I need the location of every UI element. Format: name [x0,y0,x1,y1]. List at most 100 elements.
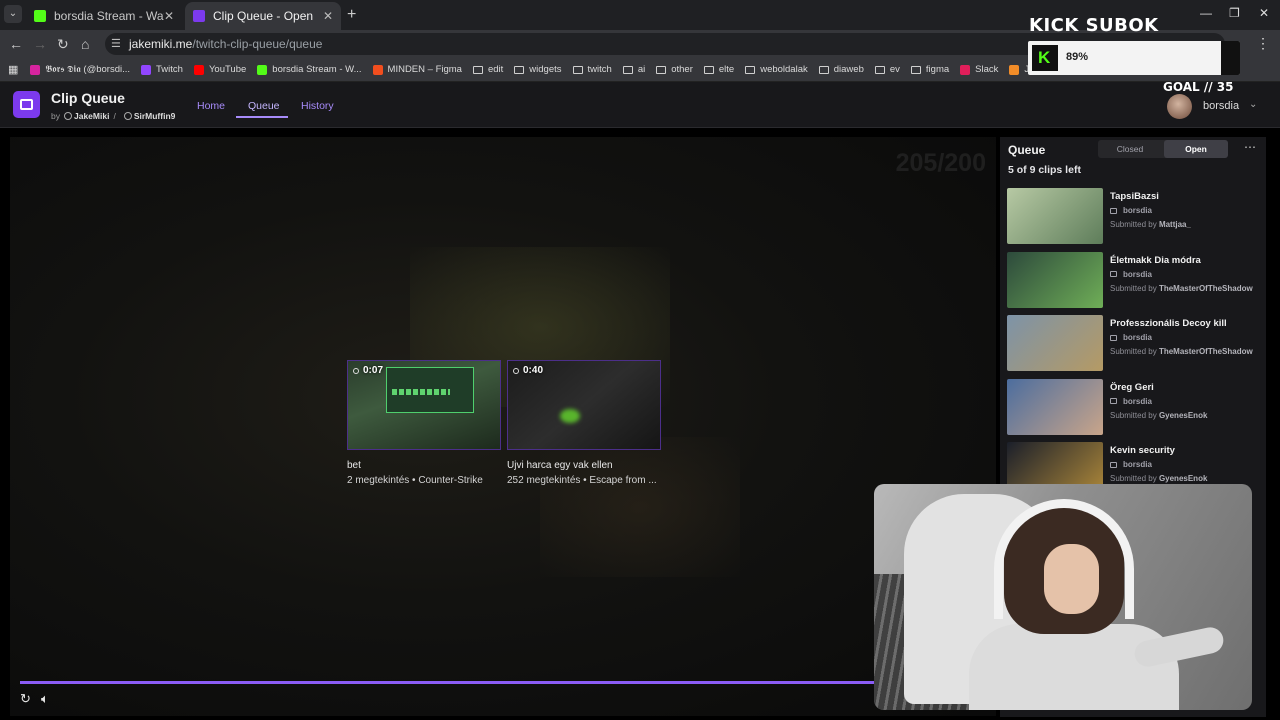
bookmark-item[interactable]: YouTube [193,64,246,75]
close-icon[interactable]: ✕ [323,9,333,23]
home-icon[interactable]: ⌂ [81,36,89,52]
chat-icon [1110,207,1117,214]
more-options-icon[interactable]: ⋯ [1244,140,1256,154]
toggle-open[interactable]: Open [1164,140,1228,158]
channel-name: borsdia [1123,269,1152,279]
queue-item[interactable]: Életmakk Dia módra borsdia Submitted by Th… [1007,251,1265,309]
queue-item[interactable]: TapsiBazsi borsdia Submitted by Mattjaa_ [1007,188,1265,245]
channel-name: borsdia [1123,396,1152,406]
chevron-down-icon[interactable]: ⌄ [1249,99,1257,110]
nav-home[interactable]: Home [197,100,225,112]
queue-item[interactable]: Öreg Geri borsdia Submitted by GyenesEnok [1007,378,1265,436]
tab-kick-stream[interactable]: borsdia Stream - Watch Live on ✕ [26,2,182,30]
bookmark-item[interactable]: other [656,64,693,75]
close-icon[interactable]: ✕ [164,9,174,23]
author-link[interactable]: SirMuffin9 [134,111,176,121]
duration-text: 0:40 [523,365,544,376]
queue-item-title: Életmakk Dia módra [1110,254,1201,266]
twitch-icon [141,64,152,75]
folder-icon [910,65,921,74]
volume-icon[interactable]: 🔈︎ [41,691,49,707]
clip-thumbnail[interactable]: 0:07 [347,360,501,450]
url-path: /twitch-clip-queue/queue [192,37,323,51]
bookmark-item[interactable]: 𝕭𝖔𝖗𝖘 𝕯𝖎𝖆 (@borsdi... [30,64,130,75]
forward-icon[interactable]: → [33,36,47,52]
bookmark-item[interactable]: figma [910,64,949,75]
goal-title: KICK SUBOK [1029,15,1159,36]
clip-thumbnail[interactable] [1007,315,1103,371]
tab-clip-queue[interactable]: Clip Queue - Open ✕ [185,2,341,30]
bookmark-item[interactable]: borsdia Stream - W... [257,64,362,75]
new-tab-button[interactable]: + [347,6,356,24]
clock-icon [353,367,359,374]
folder-icon [703,65,714,74]
author-link[interactable]: JakeMiki [74,111,109,121]
bookmark-label: other [671,64,693,75]
bookmark-item[interactable]: Slack [960,64,998,75]
clips-left-count: 5 of 9 clips left [1008,164,1081,176]
video-player[interactable]: 205/200 0:07 bet 2 megtekintés • Counter… [10,137,996,716]
clip-thumbnail[interactable]: 0:40 [507,360,661,450]
chat-icon [1110,334,1117,341]
slack-icon [960,64,971,75]
clip-title[interactable]: bet [347,460,501,471]
bookmark-label: twitch [587,64,612,75]
app-title[interactable]: Clip Queue [51,90,125,106]
tab-title: Clip Queue - Open [213,9,314,23]
nav-active-indicator [236,116,288,118]
apps-grid-icon[interactable]: ▦ [8,63,18,76]
clip-thumbnail[interactable] [1007,188,1103,244]
clip-queue-icon [193,10,205,22]
queue-item-title: Professzionális Decoy kill [1110,318,1227,329]
bookmark-item[interactable]: widgets [514,64,562,75]
nav-queue[interactable]: Queue [248,100,280,112]
clip-meta: 2 megtekintés • Counter-Strike [347,475,483,486]
bookmark-item[interactable]: Twitch [141,64,183,75]
bookmark-item[interactable]: ai [622,64,645,75]
bookmark-item[interactable]: elte [703,64,735,75]
bookmark-label: 𝕭𝖔𝖗𝖘 𝕯𝖎𝖆 (@borsdi... [45,64,131,75]
submitter-name: TheMasterOfTheShadow [1158,283,1253,293]
bookmark-item[interactable]: twitch [572,64,612,75]
bookmark-label: elte [718,64,735,75]
avatar[interactable] [1167,94,1192,119]
bookmark-item[interactable]: MINDEN – Figma [372,64,462,75]
kick-icon [257,64,268,75]
back-icon[interactable]: ← [9,36,23,52]
recommended-clip[interactable]: 0:07 bet 2 megtekintés • Counter-Strike [347,360,501,486]
queue-open-toggle[interactable]: Closed Open [1098,140,1228,158]
github-icon [63,112,72,120]
progress-bar[interactable] [20,681,986,684]
replay-icon[interactable]: ↻ [20,691,31,707]
clip-queue-logo-icon[interactable] [13,91,40,118]
bookmark-item[interactable]: diaweb [818,64,864,75]
clip-thumbnail[interactable] [1007,251,1103,308]
submitter-name: TheMasterOfTheShadow [1158,347,1253,356]
queue-item[interactable]: Professzionális Decoy kill borsdia Submitt… [1007,315,1265,372]
recommended-clip[interactable]: 0:40 Ujvi harca egy vak ellen 252 megtek… [507,360,661,486]
window-close-icon[interactable]: ✕ [1259,6,1269,20]
nav-history[interactable]: History [301,100,334,112]
channel-name: borsdia [1123,333,1152,342]
chat-icon [1110,398,1117,404]
app-byline: by JakeMiki / SirMuffin9 [51,111,175,121]
reload-icon[interactable]: ↻ [57,36,69,53]
goal-percent: 89% [1066,51,1089,63]
queue-item-channel: borsdia [1110,270,1152,279]
queue-item-submitter: Submitted by Mattjaa_ [1110,220,1191,229]
queue-item-submitter: Submitted by TheMasterOfTheShadow [1110,284,1253,293]
tab-search-button[interactable]: ⌄ [4,5,22,23]
url-host: jakemiki.me [129,37,193,51]
toggle-closed[interactable]: Closed [1098,140,1162,158]
user-name[interactable]: borsdia [1203,100,1239,112]
bookmark-item[interactable]: edit [472,64,503,75]
site-info-icon[interactable]: ☰ [111,37,121,50]
browser-menu-icon[interactable]: ⋮ [1256,35,1270,52]
bookmark-item[interactable]: weboldalak [745,64,808,75]
clip-duration: 0:07 [353,365,383,376]
bookmark-item[interactable]: ev [874,64,900,75]
queue-item-channel: borsdia [1110,206,1152,215]
clip-thumbnail[interactable] [1007,378,1103,435]
bookmark-label: Twitch [156,64,183,75]
clip-title[interactable]: Ujvi harca egy vak ellen [507,460,661,471]
